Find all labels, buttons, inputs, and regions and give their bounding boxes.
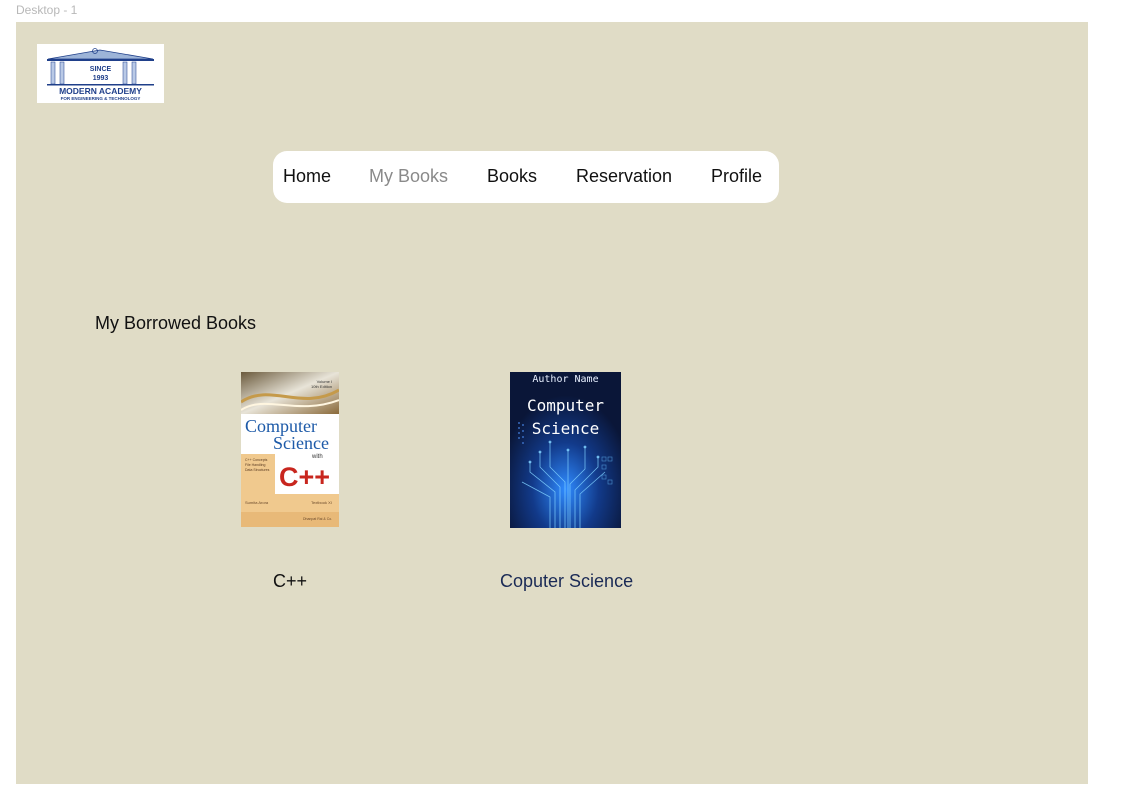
logo-since: SINCE	[89, 66, 112, 73]
cs-cover-title-2: Science	[531, 419, 600, 438]
cpp-cover-bullets: C++ Concepts File Handling Data Structur…	[245, 458, 269, 473]
main-navbar: Home My Books Books Reservation Profile	[273, 151, 779, 203]
cpp-cover-title-2: Science	[273, 433, 329, 453]
nav-item-home[interactable]: Home	[283, 166, 331, 187]
logo-tagline: FOR ENGINEERING & TECHNOLOGY	[60, 96, 141, 101]
book-title-cpp[interactable]: C++	[273, 571, 307, 592]
cs-cover-author: Author Name	[532, 374, 599, 385]
cpp-cover-with: with	[312, 454, 323, 460]
page-canvas: SINCE 1993 MODERN ACADEMY FOR ENGINEERIN…	[16, 22, 1088, 784]
cpp-cover-volume: Volume I 10th Edition	[311, 379, 332, 389]
academy-logo[interactable]: SINCE 1993 MODERN ACADEMY FOR ENGINEERIN…	[37, 44, 164, 103]
book-cover-computer-science[interactable]: Author Name Computer Science	[510, 372, 621, 528]
book-cover-cpp[interactable]: Volume I 10th Edition Computer Science w…	[241, 372, 339, 527]
cpp-edition-text: 10th Edition	[311, 384, 333, 389]
nav-item-reservation[interactable]: Reservation	[576, 166, 672, 187]
cs-cover-title-1: Computer	[526, 396, 605, 415]
nav-item-profile[interactable]: Profile	[711, 166, 762, 187]
cpp-cover-author: Sumita Arora	[245, 500, 269, 505]
section-title: My Borrowed Books	[95, 313, 257, 333]
cpp-cover-publisher: Dhanpat Rai & Co.	[303, 517, 333, 521]
nav-item-books[interactable]: Books	[487, 166, 537, 187]
logo-year: 1993	[92, 75, 109, 82]
frame-label: Desktop - 1	[16, 3, 78, 17]
nav-item-my-books[interactable]: My Books	[369, 166, 448, 187]
logo-name: MODERN ACADEMY	[59, 86, 142, 96]
cpp-cover-textbook: Textbook XI	[311, 500, 332, 505]
book-title-computer-science[interactable]: Coputer Science	[500, 571, 633, 592]
cpp-cover-logo: C++	[279, 462, 331, 492]
cpp-bullet: Data Structures	[245, 468, 270, 472]
